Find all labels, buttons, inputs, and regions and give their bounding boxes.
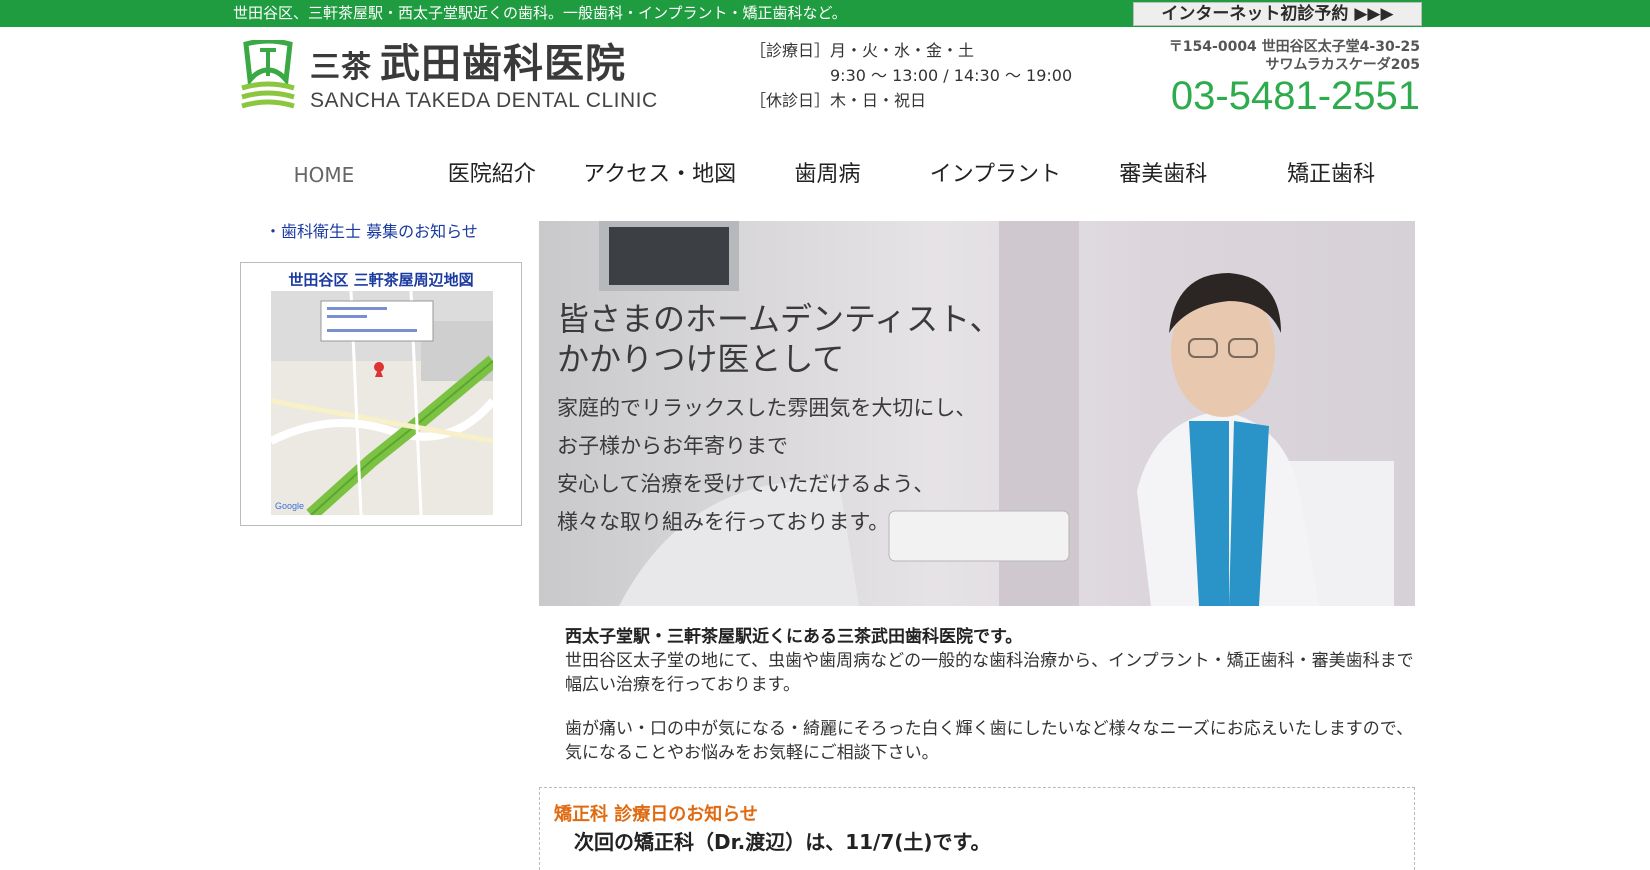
hero-line-4: 様々な取り組みを行っております。	[557, 510, 890, 534]
site-tagline: 世田谷区、三軒茶屋駅・西太子堂駅近くの歯科。一般歯科・インプラント・矯正歯科など…	[233, 4, 847, 22]
phone-number[interactable]: 03-5481-2551	[1130, 74, 1420, 118]
intro-section: 西太子堂駅・三軒茶屋駅近くにある三茶武田歯科医院です。 世田谷区太子堂の地にて、…	[565, 625, 1415, 765]
logo-name-en: SANCHA TAKEDA DENTAL CLINIC	[310, 89, 658, 112]
intro-paragraph-1: 世田谷区太子堂の地にて、虫歯や歯周病などの一般的な歯科治療から、インプラント・矯…	[565, 651, 1414, 695]
hours-time: 9:30 〜 13:00 / 14:30 〜 19:00	[830, 66, 1073, 85]
address-line1: 〒154-0004 世田谷区太子堂4-30-25	[1168, 39, 1420, 55]
recruit-link[interactable]: ・歯科衛生士 募集のお知らせ	[265, 218, 478, 242]
address-line2: サワムラカスケーダ205	[1265, 57, 1420, 73]
online-reservation-button[interactable]: インターネット初診予約 ▶▶▶	[1133, 2, 1422, 26]
area-map-link[interactable]: 世田谷区 三軒茶屋周辺地図 Google	[240, 262, 522, 526]
hero-copy: 皆さまのホームデンティスト、 かかりつけ医として 家庭的でリラックスした雰囲気を…	[557, 299, 1001, 541]
intro-paragraph-2: 歯が痛い・口の中が気になる・綺麗にそろった白く輝く歯にしたいなど様々なニーズにお…	[565, 719, 1414, 763]
notice-box: 矯正科 診療日のお知らせ 次回の矯正科（Dr.渡辺）は、11/7(土)です。	[539, 787, 1415, 870]
tooth-logo-icon	[241, 40, 295, 109]
intro-heading: 西太子堂駅・三軒茶屋駅近くにある三茶武田歯科医院です。	[565, 627, 1023, 647]
map-image: Google	[271, 291, 493, 515]
hours-days: ［診療日］月・火・水・金・土	[750, 41, 975, 60]
nav-orthodontics[interactable]: 矯正歯科	[1247, 155, 1415, 195]
nav-implant[interactable]: インプラント	[911, 155, 1079, 195]
hero-line-3: 安心して治療を受けていただけるよう、	[557, 472, 935, 496]
nav-home[interactable]: HOME	[240, 155, 408, 195]
hero-line-1: 家庭的でリラックスした雰囲気を大切にし、	[557, 396, 977, 420]
hero-banner: 皆さまのホームデンティスト、 かかりつけ医として 家庭的でリラックスした雰囲気を…	[539, 221, 1415, 606]
map-title: 世田谷区 三軒茶屋周辺地図	[288, 271, 474, 289]
hero-line-2: お子様からお年寄りまで	[557, 434, 788, 458]
svg-text:Google: Google	[275, 501, 304, 511]
clinic-logo[interactable]: 三茶 武田歯科医院 SANCHA TAKEDA DENTAL CLINIC	[240, 40, 670, 115]
logo-prefix: 三茶	[310, 50, 372, 85]
nav-periodontal[interactable]: 歯周病	[744, 155, 912, 195]
nav-cosmetic[interactable]: 審美歯科	[1079, 155, 1247, 195]
logo-name-ja: 武田歯科医院	[380, 41, 626, 87]
notice-body: 次回の矯正科（Dr.渡辺）は、11/7(土)です。	[574, 830, 991, 854]
top-bar: 世田谷区、三軒茶屋駅・西太子堂駅近くの歯科。一般歯科・インプラント・矯正歯科など…	[0, 0, 1650, 27]
contact-info: 〒154-0004 世田谷区太子堂4-30-25 サワムラカスケーダ205 03…	[1130, 38, 1420, 118]
hours-closed: ［休診日］木・日・祝日	[750, 91, 927, 110]
main-nav: HOME 医院紹介 アクセス・地図 歯周病 インプラント 審美歯科 矯正歯科	[240, 155, 1415, 195]
nav-access[interactable]: アクセス・地図	[576, 155, 744, 195]
nav-about[interactable]: 医院紹介	[408, 155, 576, 195]
clinic-hours: ［診療日］月・火・水・金・土 9:30 〜 13:00 / 14:30 〜 19…	[750, 38, 1072, 113]
hero-headline-1: 皆さまのホームデンティスト、	[557, 300, 1002, 338]
hero-headline-2: かかりつけ医として	[557, 340, 845, 378]
notice-title: 矯正科 診療日のお知らせ	[554, 804, 758, 825]
